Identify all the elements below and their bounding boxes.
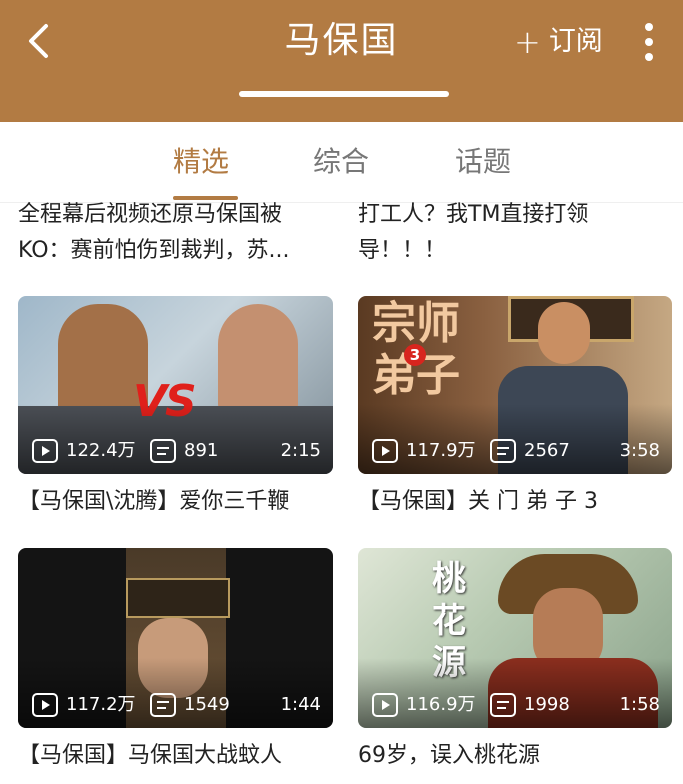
tab-comprehensive[interactable]: 综合 [313,142,369,182]
view-count: 117.9万 [406,440,476,461]
video-title[interactable]: 【马保国\沈腾】爱你三千鞭 [18,486,348,518]
tab-featured[interactable]: 精选 [173,142,229,182]
danmaku-count: 2567 [524,440,570,461]
danmaku-icon [490,693,516,717]
duration: 3:58 [619,440,660,461]
video-title[interactable]: 【马保国】关 门 弟 子 3 [358,486,683,518]
more-button[interactable] [634,16,664,68]
tab-topics[interactable]: 话题 [455,142,511,182]
play-icon [32,439,58,463]
tab-bar: 精选 综合 话题 [0,122,683,203]
duration: 2:15 [280,440,321,461]
danmaku-count: 1549 [184,694,230,715]
video-title[interactable]: 全程幕后视频还原马保国被 KO：赛前怕伤到裁判，苏... [18,197,338,269]
header-handle-bar [239,91,449,97]
video-meta: 122.4万 891 2:15 [18,438,333,464]
subscribe-label: 订阅 [548,26,603,57]
video-card[interactable]: 117.2万 1549 1:44 [18,548,333,728]
play-icon [32,693,58,717]
top-bar: 马保国 + 订阅 [0,0,683,122]
play-icon [372,439,398,463]
danmaku-icon [490,439,516,463]
thumbnail-number-badge: 3 [404,344,426,366]
danmaku-icon [150,439,176,463]
video-meta: 116.9万 1998 1:58 [358,692,672,718]
video-title[interactable]: 69岁，误入桃花源 [358,740,683,772]
view-count: 122.4万 [66,440,136,461]
video-card[interactable]: 宗师 弟子 3 117.9万 2567 3:58 [358,296,672,474]
video-meta: 117.2万 1549 1:44 [18,692,333,718]
subscribe-button[interactable]: + 订阅 [514,20,603,64]
video-title[interactable]: 【马保国】马保国大战蚊人 [18,740,348,772]
video-card[interactable]: 桃 花 源 116.9万 1998 1:58 [358,548,672,728]
more-vertical-icon [645,23,653,61]
view-count: 117.2万 [66,694,136,715]
duration: 1:58 [619,694,660,715]
plus-icon: + [514,23,541,61]
play-icon [372,693,398,717]
view-count: 116.9万 [406,694,476,715]
video-meta: 117.9万 2567 3:58 [358,438,672,464]
video-card[interactable]: VS 122.4万 891 2:15 [18,296,333,474]
duration: 1:44 [280,694,321,715]
danmaku-count: 891 [184,440,219,461]
danmaku-count: 1998 [524,694,570,715]
tab-active-indicator [173,196,238,200]
danmaku-icon [150,693,176,717]
video-title[interactable]: 打工人？我TM直接打领 导！！！ [358,197,678,269]
